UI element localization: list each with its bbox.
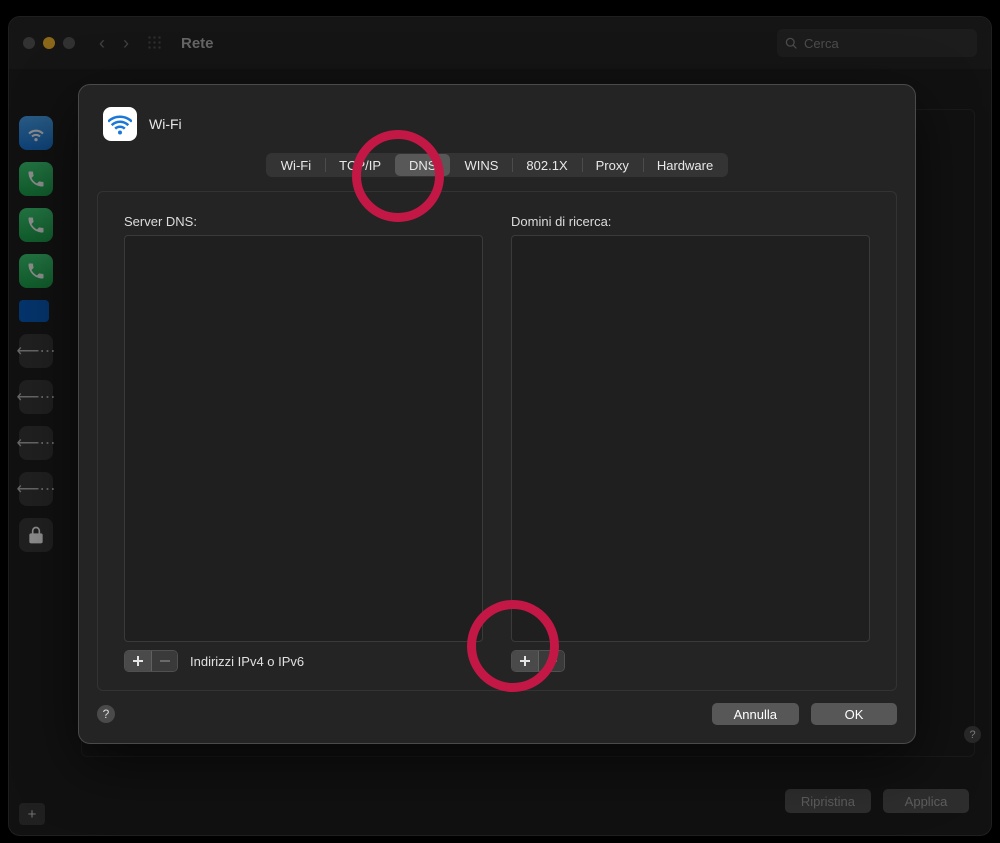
wifi-advanced-sheet: Wi-Fi Wi-FiTCP/IPDNSWINS802.1XProxyHardw… — [78, 84, 916, 744]
sidebar-add-button[interactable]: + — [19, 803, 45, 825]
phone-icon — [26, 169, 46, 189]
dns-add-button[interactable] — [125, 651, 151, 671]
sheet-title: Wi-Fi — [149, 116, 182, 132]
dns-remove-button[interactable] — [151, 651, 177, 671]
zoom-window-button[interactable] — [63, 37, 75, 49]
tab-wins[interactable]: WINS — [450, 154, 512, 176]
ok-button[interactable]: OK — [811, 703, 897, 725]
grid-icon[interactable] — [147, 35, 163, 51]
wifi-app-icon — [103, 107, 137, 141]
forward-button[interactable]: › — [123, 33, 129, 54]
dns-servers-label: Server DNS: — [124, 214, 483, 229]
wifi-icon — [108, 112, 132, 136]
sidebar-item-phone-2[interactable] — [19, 208, 53, 242]
sheet-header: Wi-Fi — [79, 85, 915, 149]
minimize-window-button[interactable] — [43, 37, 55, 49]
sidebar-item-service-2[interactable]: ⟵⋯ — [19, 380, 53, 414]
minus-icon — [546, 655, 558, 667]
network-sidebar: ⟵⋯ ⟵⋯ ⟵⋯ ⟵⋯ + — [9, 69, 71, 835]
search-domains-list[interactable] — [511, 235, 870, 642]
wifi-icon — [26, 123, 46, 143]
sidebar-lock[interactable] — [19, 518, 53, 552]
nav-arrows: ‹ › — [99, 33, 129, 54]
titlebar: ‹ › Rete Cerca — [9, 17, 991, 69]
search-icon — [785, 37, 798, 50]
sidebar-item-service-1[interactable]: ⟵⋯ — [19, 334, 53, 368]
plus-icon — [519, 655, 531, 667]
search-domains-add-button[interactable] — [512, 651, 538, 671]
search-domains-remove-button[interactable] — [538, 651, 564, 671]
search-domains-label: Domini di ricerca: — [511, 214, 870, 229]
tab-hardware[interactable]: Hardware — [643, 154, 727, 176]
sidebar-item-wifi[interactable] — [19, 116, 53, 150]
phone-icon — [26, 215, 46, 235]
search-domains-stepper — [511, 650, 565, 672]
apply-button[interactable]: Applica — [883, 789, 969, 813]
plus-icon — [132, 655, 144, 667]
tab-wifi[interactable]: Wi-Fi — [267, 154, 325, 176]
dns-servers-column: Server DNS: Indirizzi IPv4 o IPv6 — [124, 214, 483, 672]
dns-hint: Indirizzi IPv4 o IPv6 — [190, 654, 304, 669]
sidebar-item-selected[interactable] — [19, 300, 49, 322]
sidebar-item-service-3[interactable]: ⟵⋯ — [19, 426, 53, 460]
dns-panel: Server DNS: Indirizzi IPv4 o IPv6 Domini… — [97, 191, 897, 691]
dns-servers-list[interactable] — [124, 235, 483, 642]
tab-tcpip[interactable]: TCP/IP — [325, 154, 395, 176]
search-field[interactable]: Cerca — [777, 29, 977, 57]
minus-icon — [159, 655, 171, 667]
lock-icon — [26, 525, 46, 545]
search-domains-column: Domini di ricerca: — [511, 214, 870, 672]
close-window-button[interactable] — [23, 37, 35, 49]
sidebar-item-service-4[interactable]: ⟵⋯ — [19, 472, 53, 506]
window-title: Rete — [181, 35, 214, 52]
sidebar-item-phone-1[interactable] — [19, 162, 53, 196]
search-placeholder: Cerca — [804, 36, 839, 51]
sidebar-item-phone-3[interactable] — [19, 254, 53, 288]
window-footer: Ripristina Applica — [785, 789, 969, 813]
tab-8021x[interactable]: 802.1X — [512, 154, 581, 176]
cancel-button[interactable]: Annulla — [712, 703, 799, 725]
dns-servers-stepper — [124, 650, 178, 672]
help-button-bg[interactable]: ? — [964, 726, 981, 743]
tab-proxy[interactable]: Proxy — [582, 154, 643, 176]
tab-dns[interactable]: DNS — [395, 154, 450, 176]
help-button[interactable]: ? — [97, 705, 115, 723]
phone-icon — [26, 261, 46, 281]
tab-bar: Wi-FiTCP/IPDNSWINS802.1XProxyHardware — [79, 149, 915, 177]
revert-button[interactable]: Ripristina — [785, 789, 871, 813]
back-button[interactable]: ‹ — [99, 33, 105, 54]
window-controls — [23, 37, 75, 49]
sheet-footer: ? Annulla OK — [79, 703, 915, 743]
